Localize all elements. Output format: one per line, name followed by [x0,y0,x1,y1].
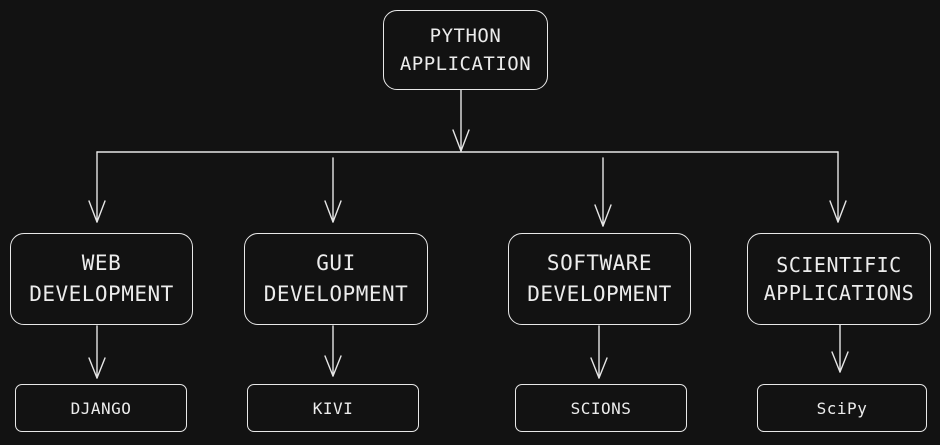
root-label-line-1: PYTHON [429,25,502,47]
node-scientific-applications: SCIENTIFIC APPLICATIONS [747,233,931,325]
leaf-label: SCIONS [570,398,632,418]
node-software-development: SOFTWARE DEVELOPMENT [508,233,691,325]
node-scipy: SciPy [757,384,927,432]
leaf-label: SciPy [816,398,868,418]
node-web-development: WEB DEVELOPMENT [10,233,193,325]
category-label-line-2: DEVELOPMENT [29,282,174,306]
node-scions: SCIONS [515,384,687,432]
leaf-label: DJANGO [70,398,132,418]
node-kivi: KIVI [247,384,419,432]
leaf-label: KIVI [312,398,354,418]
category-label-line-1: GUI [316,251,356,275]
category-label-line-2: DEVELOPMENT [263,282,409,306]
category-label-line-2: APPLICATIONS [763,281,915,305]
node-gui-development: GUI DEVELOPMENT [244,233,428,325]
category-label-line-1: WEB [81,251,122,275]
category-label-line-2: DEVELOPMENT [527,282,672,306]
node-django: DJANGO [15,384,187,432]
root-label-line-2: APPLICATION [399,53,532,75]
diagram-canvas: PYTHON APPLICATION WEB DEVELOPMENT GUI D… [0,0,940,445]
category-label-line-1: SCIENTIFIC [776,253,902,277]
node-python-application: PYTHON APPLICATION [383,10,548,90]
category-label-line-1: SOFTWARE [546,251,653,275]
